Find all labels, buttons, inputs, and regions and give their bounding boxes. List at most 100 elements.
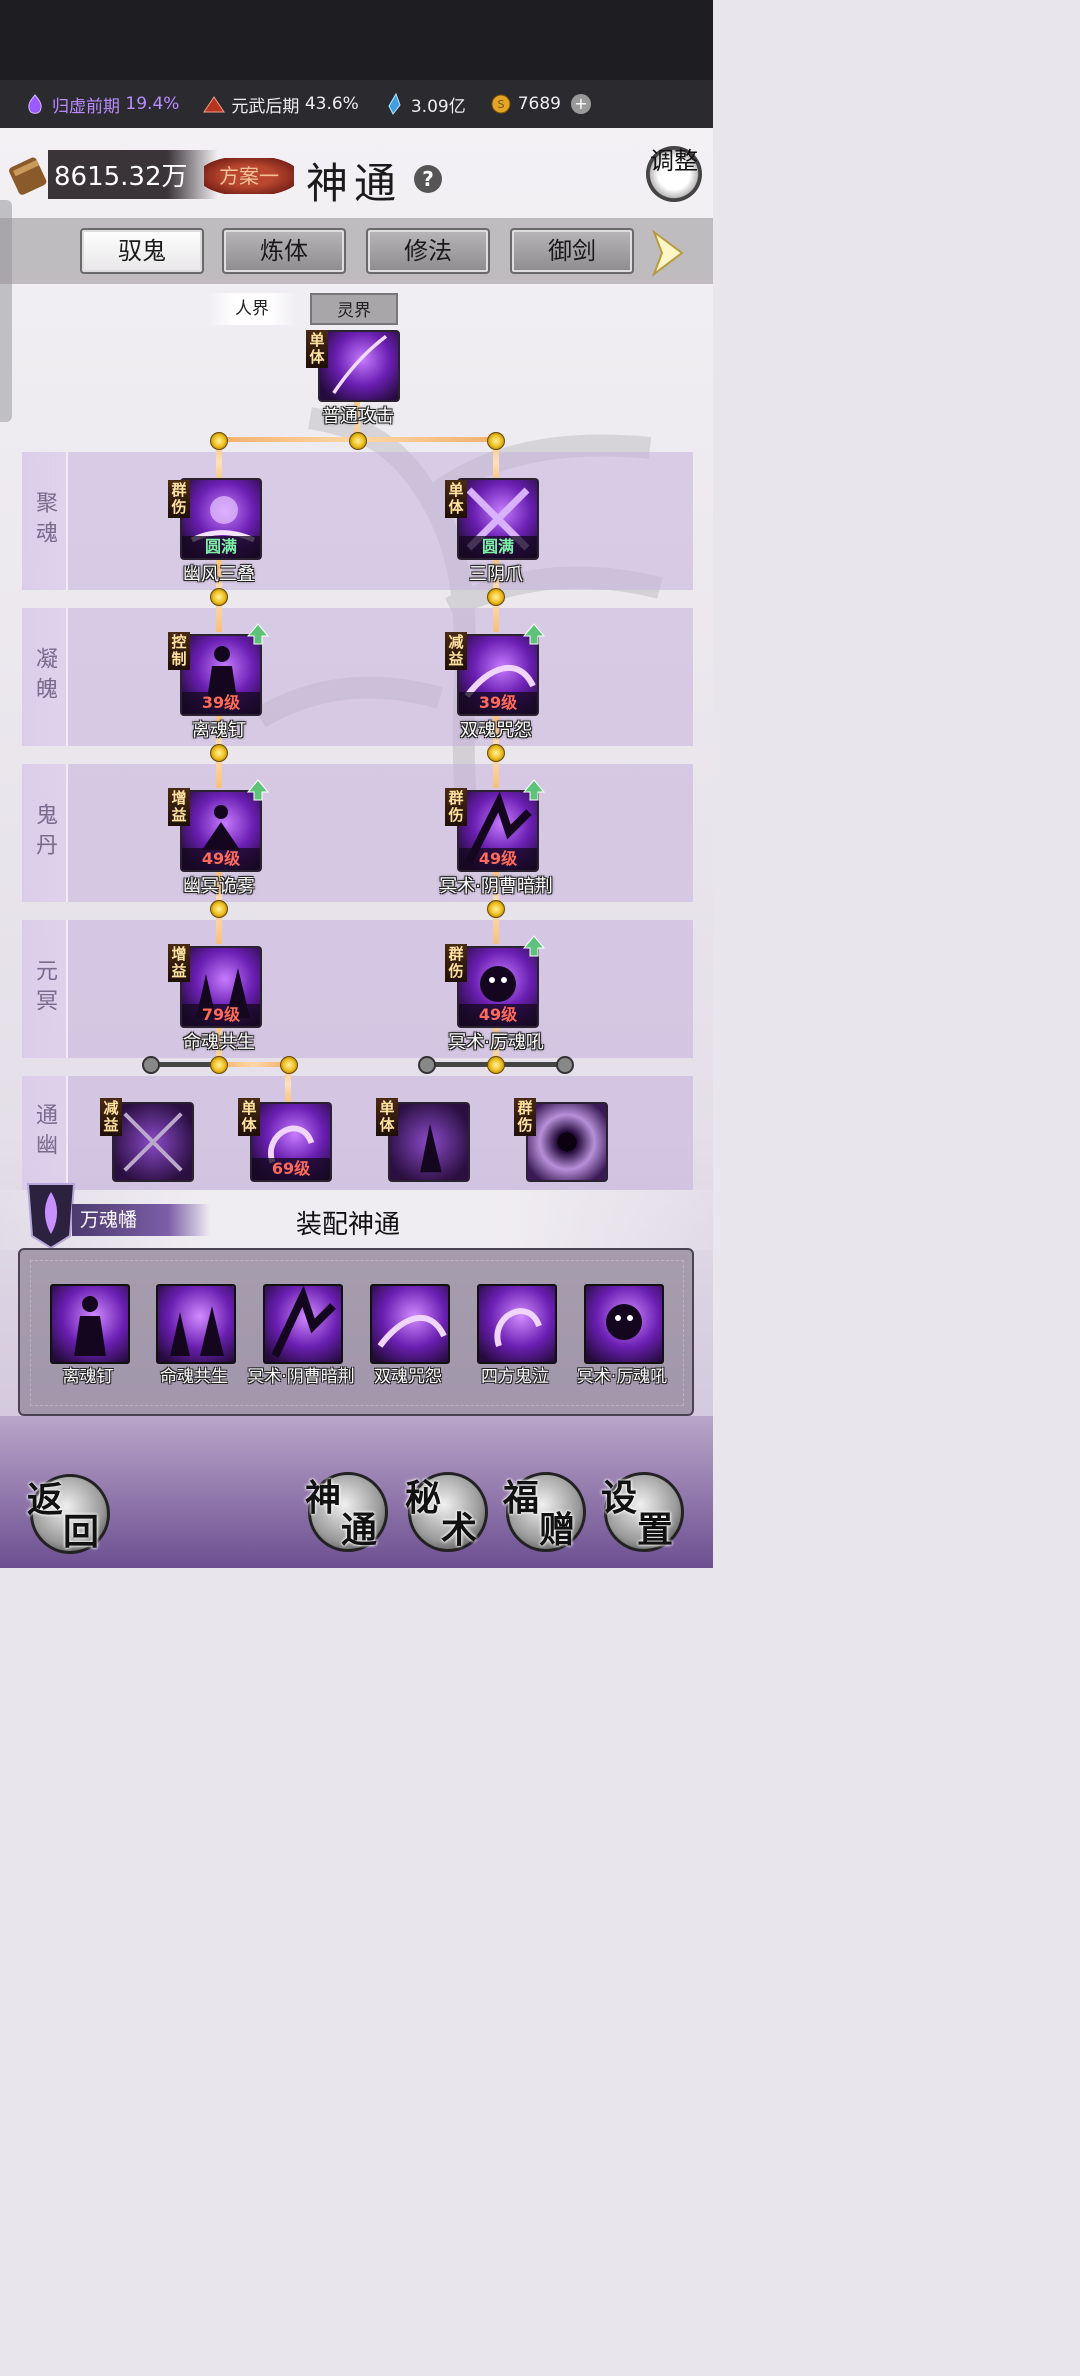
shadow-hand-icon — [420, 1123, 442, 1173]
back-button[interactable]: 返回 — [27, 1474, 110, 1554]
tree-node — [349, 432, 367, 450]
tree-node — [210, 1056, 228, 1074]
tree-node — [487, 588, 505, 606]
equipped-skill-slot[interactable] — [370, 1284, 450, 1364]
skill-icon[interactable]: 39级 — [180, 634, 262, 716]
red-mountain-icon — [203, 96, 226, 113]
skill-icon[interactable] — [526, 1102, 608, 1182]
equip-title: 装配神通 — [296, 1210, 401, 1240]
tab-yujian[interactable]: 御剑 — [510, 228, 634, 274]
skill-name: 冥术·阴曹暗荆 — [439, 876, 553, 897]
tree-node — [487, 432, 505, 450]
skill-type-tag: 增益 — [168, 944, 190, 982]
equipped-skill-slot[interactable] — [584, 1284, 664, 1364]
skill-icon[interactable]: 49级 — [457, 790, 539, 872]
tier-label: 凝魄 — [22, 608, 68, 746]
skill-icon[interactable]: 49级 — [180, 790, 262, 872]
scroll-icon — [9, 157, 47, 195]
nav-fuzeng-button[interactable]: 福赠 — [503, 1472, 586, 1552]
equipped-skill-slot[interactable] — [156, 1284, 236, 1364]
upgrade-arrow-icon — [522, 779, 546, 801]
tier-label: 通幽 — [22, 1076, 68, 1190]
skill-type-tag: 群伤 — [514, 1098, 536, 1136]
tab-xiufa[interactable]: 修法 — [366, 228, 490, 274]
tree-node — [487, 1056, 505, 1074]
equipped-skill-slot[interactable] — [477, 1284, 557, 1364]
equipped-skill-name: 冥术·厉魂吼 — [576, 1367, 668, 1387]
blue-crystal-icon — [388, 93, 401, 115]
nav-mishu-button[interactable]: 秘术 — [405, 1472, 488, 1552]
svg-text:S: S — [497, 98, 504, 111]
help-icon[interactable]: ? — [414, 165, 442, 193]
vortex-icon — [557, 1132, 577, 1152]
skill-level: 79级 — [182, 1004, 260, 1026]
skill-icon[interactable]: 39级 — [457, 634, 539, 716]
tree-node — [487, 900, 505, 918]
tab-lianti[interactable]: 炼体 — [222, 228, 346, 274]
equipped-skill-name: 四方鬼泣 — [481, 1367, 549, 1387]
equipped-skill-slot[interactable] — [50, 1284, 130, 1364]
skill-type-tag: 单体 — [445, 480, 467, 518]
equipped-skill-name: 命魂共生 — [160, 1367, 228, 1387]
skill-type-tag: 单体 — [306, 330, 328, 368]
skill-level: 圆满 — [182, 536, 260, 558]
skill-type-tag: 群伤 — [445, 944, 467, 982]
spirit-stone-counter[interactable]: 3.09亿 — [383, 92, 466, 117]
skill-name: 幽风三叠 — [183, 564, 255, 585]
gold-counter[interactable]: S 7689 + — [490, 93, 591, 115]
tree-node-locked — [556, 1056, 574, 1074]
skill-type-tag: 增益 — [168, 788, 190, 826]
add-gold-button[interactable]: + — [570, 94, 591, 114]
skill-icon[interactable]: 圆满 — [457, 478, 539, 560]
skill-name: 幽冥诡雾 — [183, 876, 255, 897]
skill-type-tag: 减益 — [100, 1098, 122, 1136]
tier-row-2: 凝魄 — [22, 608, 693, 746]
realm-spirit-button[interactable]: 灵界 — [310, 293, 398, 325]
roaring-spirit-icon — [606, 1304, 642, 1340]
tree-node-locked — [142, 1056, 160, 1074]
tier-label: 鬼丹 — [22, 764, 68, 902]
cultivation-stage-2[interactable]: 元武后期 43.6% — [203, 92, 359, 117]
upgrade-arrow-icon — [522, 935, 546, 957]
skill-type-tag: 减益 — [445, 632, 467, 670]
page-title: 神通 — [306, 159, 403, 208]
skill-name: 命魂共生 — [183, 1032, 255, 1053]
upgrade-arrow-icon — [522, 623, 546, 645]
tier-row-1: 聚魂 — [22, 452, 693, 590]
skill-icon[interactable]: 79级 — [180, 946, 262, 1028]
spirit-swirl-icon — [494, 1308, 542, 1347]
curse-swirl-icon — [377, 1315, 447, 1348]
skill-normal-attack[interactable] — [318, 330, 400, 402]
skill-icon[interactable]: 49级 — [457, 946, 539, 1028]
realm-mortal-button[interactable]: 人界 — [208, 293, 296, 325]
purple-flame-icon — [28, 94, 42, 114]
skill-level: 圆满 — [459, 536, 537, 558]
skill-icon[interactable]: 圆满 — [180, 478, 262, 560]
skill-name: 三阴爪 — [469, 564, 523, 585]
artifact-name: 万魂幡 — [72, 1204, 210, 1236]
skill-icon[interactable] — [388, 1102, 470, 1182]
tree-node — [487, 744, 505, 762]
tab-yugui[interactable]: 驭鬼 — [80, 228, 204, 274]
skill-icon[interactable] — [112, 1102, 194, 1182]
skill-name: 离魂钉 — [192, 720, 246, 741]
plan-selector[interactable]: 方案一 — [204, 158, 294, 194]
tree-node — [210, 744, 228, 762]
nav-shentong-button[interactable]: 神通 — [305, 1472, 388, 1552]
skill-level: 49级 — [459, 1004, 537, 1026]
skill-type-tag: 群伤 — [445, 788, 467, 826]
tier-label: 元冥 — [22, 920, 68, 1058]
connector — [218, 1062, 288, 1067]
skill-level: 49级 — [459, 848, 537, 870]
skill-name: 双魂咒怨 — [460, 720, 532, 741]
skill-type-tag: 单体 — [238, 1098, 260, 1136]
combat-power: 8615.32万 — [8, 149, 218, 199]
figure-silhouette-icon — [74, 1296, 106, 1356]
cultivation-stage-1[interactable]: 归虚前期 19.4% — [24, 92, 179, 117]
tree-node-locked — [418, 1056, 436, 1074]
equipped-skill-slot[interactable] — [263, 1284, 343, 1364]
skill-icon[interactable]: 69级 — [250, 1102, 332, 1182]
chevron-right-icon[interactable] — [648, 228, 688, 278]
nav-settings-button[interactable]: 设置 — [601, 1472, 684, 1552]
adjust-button[interactable]: 调整 — [646, 146, 702, 202]
